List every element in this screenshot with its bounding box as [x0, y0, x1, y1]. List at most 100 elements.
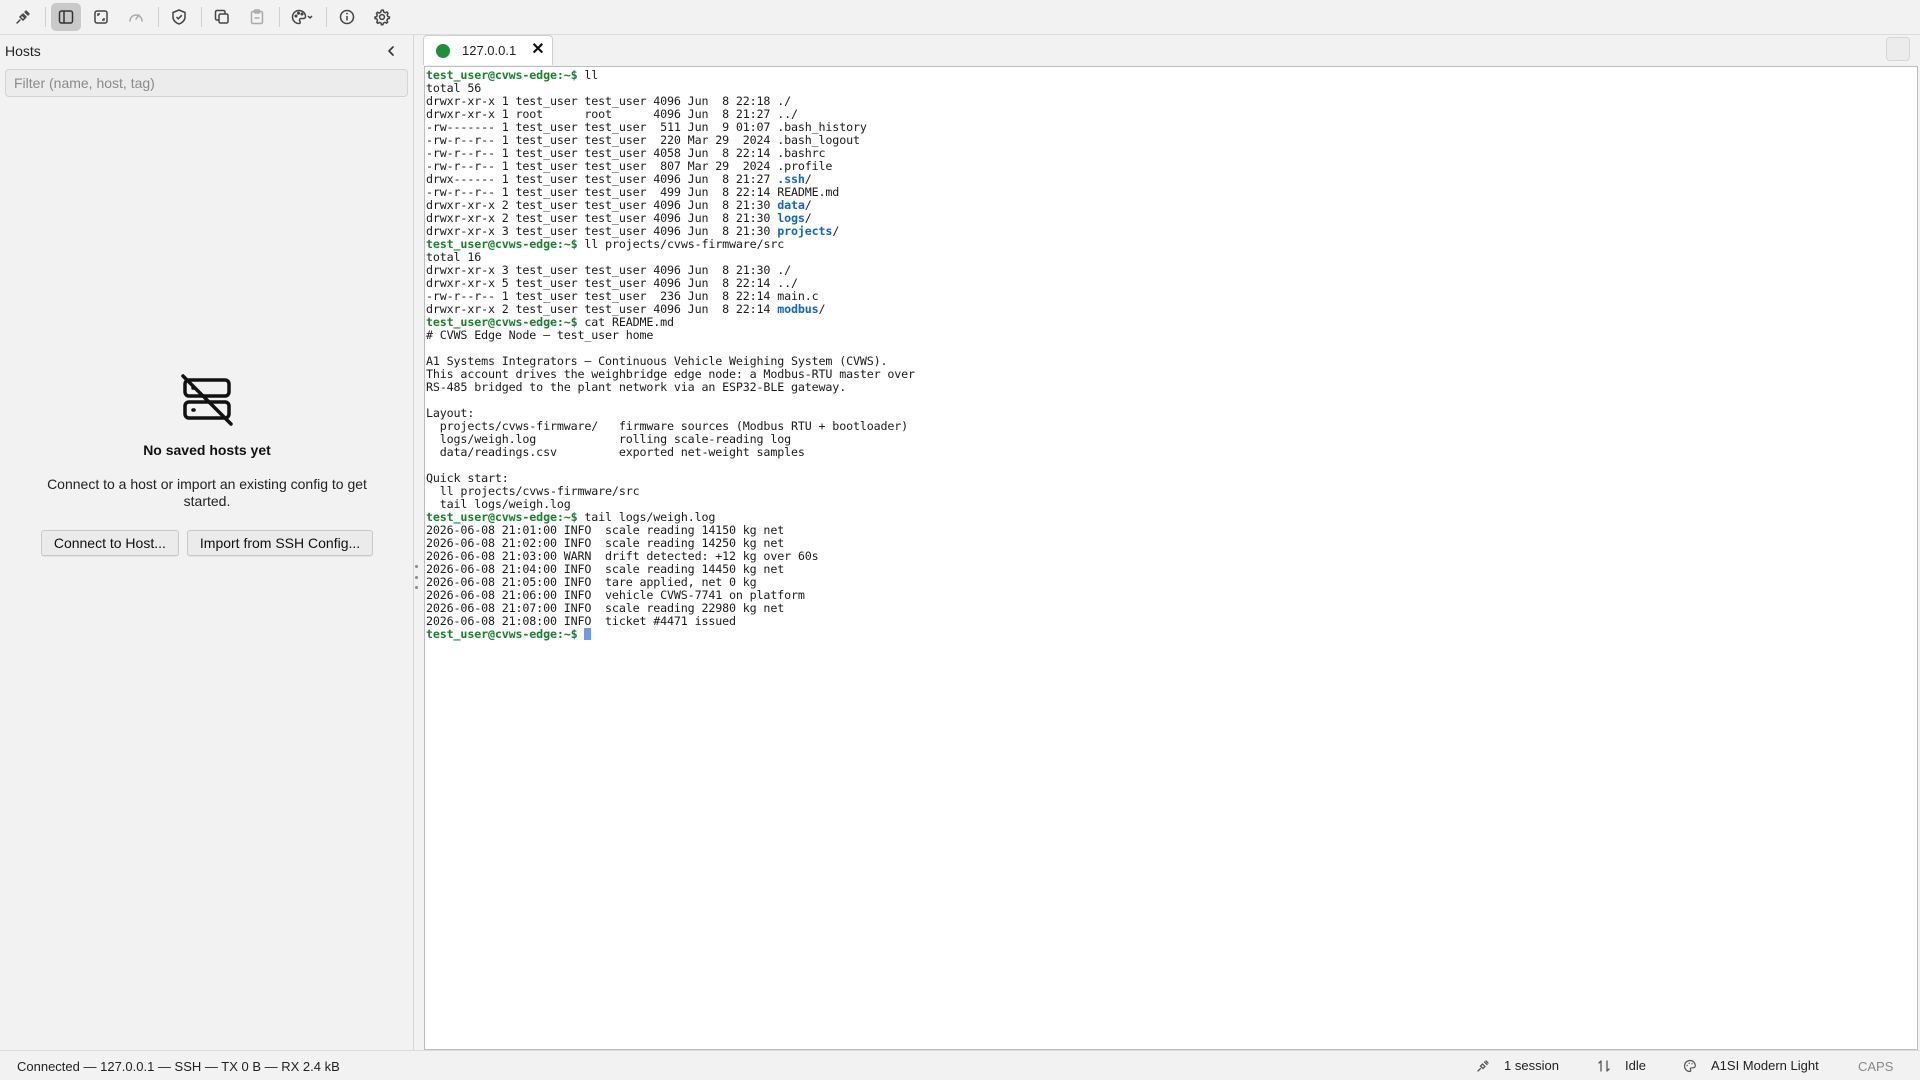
terminal-line: 2026-06-08 21:04:00 INFO scale reading 1…: [426, 563, 1917, 576]
sidebar-resize-handle[interactable]: [413, 565, 419, 589]
palette-icon: [1683, 1059, 1696, 1072]
terminal-line: ll projects/cvws-firmware/src: [426, 485, 1917, 498]
shell-prompt: test_user@cvws-edge:~$: [426, 238, 578, 251]
terminal-line: tail logs/weigh.log: [426, 498, 1917, 511]
terminal-text: /: [804, 199, 812, 212]
terminal-line: -rw-r--r-- 1 test_user test_user 4058 Ju…: [426, 147, 1917, 160]
terminal-line: -rw-r--r-- 1 test_user test_user 807 Mar…: [426, 160, 1917, 173]
activity-status: Idle: [1597, 1058, 1646, 1073]
terminal-text: -rw-r--r-- 1 test_user test_user 220 Mar…: [426, 134, 860, 147]
activity-text: Idle: [1625, 1058, 1646, 1073]
connection-status-text: Connected — 127.0.0.1 — SSH — TX 0 B — R…: [17, 1059, 340, 1074]
fullscreen-icon: [94, 10, 108, 24]
terminal-line: test_user@cvws-edge:~$: [426, 628, 1917, 641]
terminal-line: data/readings.csv exported net-weight sa…: [426, 446, 1917, 459]
speedometer-button[interactable]: [121, 3, 151, 31]
terminal-text: /: [804, 173, 812, 186]
status-bar: Connected — 127.0.0.1 — SSH — TX 0 B — R…: [0, 1050, 1920, 1080]
terminal-text: Layout:: [426, 407, 475, 420]
terminal-line: A1 Systems Integrators — Continuous Vehi…: [426, 355, 1917, 368]
close-tab-button[interactable]: ✕: [530, 42, 546, 58]
terminal-line: drwxr-xr-x 2 test_user test_user 4096 Ju…: [426, 212, 1917, 225]
session-tab-bar: 127.0.0.1 ✕: [420, 35, 1920, 66]
terminal-text: 2026-06-08 21:05:00 INFO tare applied, n…: [426, 576, 757, 589]
terminal-line: total 56: [426, 82, 1917, 95]
hosts-sidebar: Hosts No saved hosts yet Connect to a ho…: [0, 35, 418, 1050]
settings-gear-icon: [374, 9, 391, 26]
terminal-text: drwxr-xr-x 5 test_user test_user 4096 Ju…: [426, 277, 798, 290]
terminal-text: drwxr-xr-x 1 test_user test_user 4096 Ju…: [426, 95, 791, 108]
terminal-text: -rw------- 1 test_user test_user 511 Jun…: [426, 121, 867, 134]
speedometer-icon: [129, 14, 143, 22]
terminal-view[interactable]: test_user@cvws-edge:~$ ll total 56 drwxr-x…: [424, 66, 1918, 1050]
session-tab[interactable]: 127.0.0.1 ✕: [423, 35, 553, 65]
shell-prompt: test_user@cvws-edge:~$: [426, 511, 578, 524]
connect-to-host-button[interactable]: Connect to Host...: [40, 530, 179, 556]
terminal-line: # CVWS Edge Node — test_user home: [426, 329, 1917, 342]
settings-button[interactable]: [367, 3, 397, 31]
terminal-text: total 16: [426, 251, 482, 264]
terminal-text: data/readings.csv exported net-weight sa…: [426, 446, 805, 459]
terminal-line: drwxr-xr-x 3 test_user test_user 4096 Ju…: [426, 264, 1917, 277]
theme-status[interactable]: A1SI Modern Light: [1683, 1058, 1819, 1073]
connection-status-dot: [436, 43, 450, 58]
terminal-line: RS-485 bridged to the plant network via …: [426, 381, 1917, 394]
terminal-line: test_user@cvws-edge:~$ ll: [426, 69, 1917, 82]
directory-name: data: [777, 199, 805, 212]
transfer-arrows-icon: [1598, 1059, 1610, 1072]
terminal-line: 2026-06-08 21:07:00 INFO scale reading 2…: [426, 602, 1917, 615]
clipboard-button[interactable]: [242, 3, 272, 31]
terminal-text: 2026-06-08 21:04:00 INFO scale reading 1…: [426, 563, 785, 576]
terminal-text: drwxr-xr-x 3 test_user test_user 4096 Ju…: [426, 225, 778, 238]
shell-prompt: test_user@cvws-edge:~$: [426, 628, 578, 641]
terminal-text: total 56: [426, 82, 482, 95]
terminal-line: drwxr-xr-x 3 test_user test_user 4096 Ju…: [426, 225, 1917, 238]
toolbar-separator: [158, 7, 159, 27]
host-filter-input[interactable]: [5, 69, 408, 97]
duplicate-button[interactable]: [207, 3, 237, 31]
toolbar-separator: [326, 7, 327, 27]
directory-name: projects: [777, 225, 833, 238]
empty-state-description: Connect to a host or import an existing …: [47, 476, 367, 509]
sidebar-toggle-button[interactable]: [51, 3, 81, 31]
terminal-line: total 16: [426, 251, 1917, 264]
directory-name: logs: [777, 212, 805, 225]
terminal-text: -rw-r--r-- 1 test_user test_user 236 Jun…: [426, 290, 819, 303]
terminal-line: Layout:: [426, 407, 1917, 420]
info-icon: [339, 9, 355, 25]
terminal-line: 2026-06-08 21:03:00 WARN drift detected:…: [426, 550, 1917, 563]
terminal-text: drwxr-xr-x 2 test_user test_user 4096 Ju…: [426, 199, 778, 212]
shield-icon: [172, 9, 186, 25]
shell-prompt: test_user@cvws-edge:~$: [426, 69, 578, 82]
shell-prompt: test_user@cvws-edge:~$: [426, 316, 578, 329]
terminal-text: 2026-06-08 21:08:00 INFO ticket #4471 is…: [426, 615, 736, 628]
theme-palette-button[interactable]: [285, 3, 319, 31]
terminal-cursor: [584, 628, 592, 640]
terminal-text: drwxr-xr-x 2 test_user test_user 4096 Ju…: [426, 212, 778, 225]
fullscreen-button[interactable]: [86, 3, 116, 31]
import-ssh-config-button[interactable]: Import from SSH Config...: [186, 530, 374, 556]
toolbar-separator: [201, 7, 202, 27]
terminal-line: Quick start:: [426, 472, 1917, 485]
terminal-line: -rw-r--r-- 1 test_user test_user 499 Jun…: [426, 186, 1917, 199]
terminal-text: 2026-06-08 21:06:00 INFO vehicle CVWS-77…: [426, 589, 805, 602]
connect-button[interactable]: [8, 3, 38, 31]
info-button[interactable]: [332, 3, 362, 31]
terminal-text: A1 Systems Integrators — Continuous Vehi…: [426, 355, 888, 368]
sidebar-title: Hosts: [5, 43, 41, 59]
collapse-sidebar-button[interactable]: [381, 41, 401, 61]
directory-name: .ssh: [777, 173, 805, 186]
terminal-text: ll projects/cvws-firmware/src: [426, 485, 640, 498]
tab-overflow-button[interactable]: [1886, 37, 1910, 61]
theme-palette-icon: [291, 9, 313, 25]
terminal-text: -rw-r--r-- 1 test_user test_user 4058 Ju…: [426, 147, 826, 160]
terminal-output: test_user@cvws-edge:~$ ll total 56 drwxr-x…: [426, 69, 1917, 641]
shield-button[interactable]: [164, 3, 194, 31]
terminal-line: This account drives the weighbridge edge…: [426, 368, 1917, 381]
terminal-text: # CVWS Edge Node — test_user home: [426, 329, 654, 342]
terminal-text: ll: [577, 69, 599, 82]
terminal-line: drwx------ 1 test_user test_user 4096 Ju…: [426, 173, 1917, 186]
sidebar-toggle-icon: [58, 10, 74, 24]
